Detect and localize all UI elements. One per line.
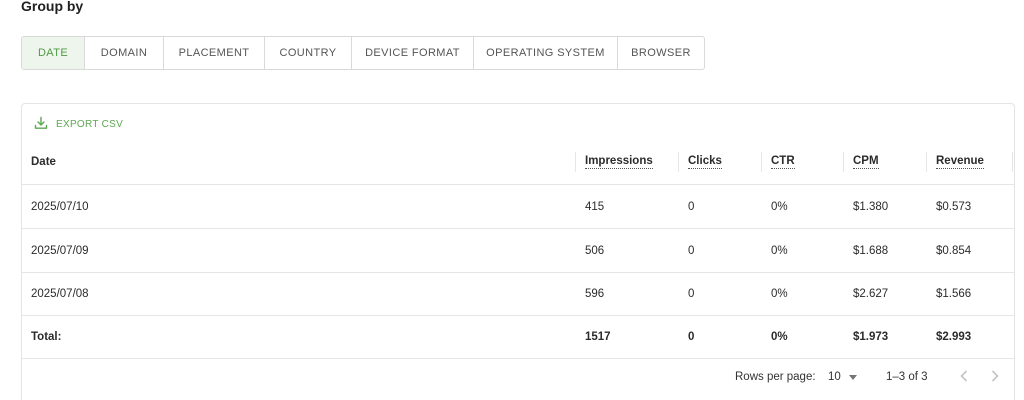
chevron-right-icon (991, 369, 999, 385)
cell-clicks: 0 (688, 200, 695, 213)
col-header-impressions[interactable]: Impressions (585, 140, 653, 184)
cell-cpm: $1.688 (853, 244, 889, 257)
total-impressions: 1517 (585, 330, 611, 343)
table-row: 2025/07/08 596 0 0% $2.627 $1.566 (22, 272, 1014, 316)
cell-date: 2025/07/08 (31, 287, 89, 300)
cell-clicks: 0 (688, 287, 695, 300)
pagination-range: 1–3 of 3 (886, 371, 928, 383)
col-header-revenue[interactable]: Revenue (936, 140, 984, 184)
download-icon (34, 116, 48, 133)
col-header-ctr[interactable]: CTR (771, 140, 795, 184)
group-by-title: Group by (21, 0, 84, 14)
total-revenue: $2.993 (936, 330, 972, 343)
tab-browser[interactable]: BROWSER (618, 37, 704, 69)
column-divider (575, 152, 576, 172)
cell-cpm: $2.627 (853, 287, 889, 300)
rows-per-page-label: Rows per page: (735, 371, 816, 383)
column-divider (761, 152, 762, 172)
tab-domain[interactable]: DOMAIN (85, 37, 164, 69)
column-divider (926, 152, 927, 172)
next-page-button[interactable] (986, 368, 1004, 386)
table-row: 2025/07/09 506 0 0% $1.688 $0.854 (22, 229, 1014, 273)
table-total-row: Total: 1517 0 0% $1.973 $2.993 (22, 315, 1014, 359)
page: Group by DATE DOMAIN PLACEMENT COUNTRY D… (0, 0, 1024, 400)
tab-device-format[interactable]: DEVICE FORMAT (352, 37, 474, 69)
cell-impressions: 506 (585, 244, 605, 257)
rows-per-page-value: 10 (828, 371, 841, 383)
cell-ctr: 0% (771, 244, 788, 257)
total-clicks: 0 (688, 330, 695, 343)
cell-clicks: 0 (688, 244, 695, 257)
total-cpm: $1.973 (853, 330, 889, 343)
tab-country[interactable]: COUNTRY (265, 37, 352, 69)
col-header-cpm[interactable]: CPM (853, 140, 879, 184)
cell-ctr: 0% (771, 200, 788, 213)
chevron-left-icon (960, 369, 968, 385)
total-label: Total: (31, 330, 62, 343)
cell-ctr: 0% (771, 287, 788, 300)
cell-revenue: $1.566 (936, 287, 972, 300)
column-divider (678, 152, 679, 172)
export-csv-label: EXPORT CSV (56, 119, 124, 130)
total-ctr: 0% (771, 330, 788, 343)
cell-date: 2025/07/10 (31, 200, 89, 213)
rows-per-page-select[interactable]: 10 (828, 371, 857, 383)
column-divider (1012, 152, 1013, 172)
report-card: EXPORT CSV Date Impressions Clicks CTR C… (21, 103, 1015, 400)
table-header-row: Date Impressions Clicks CTR CPM Revenue (22, 140, 1014, 185)
export-csv-button[interactable]: EXPORT CSV (34, 116, 123, 133)
tab-placement[interactable]: PLACEMENT (164, 37, 265, 69)
cell-revenue: $0.854 (936, 244, 972, 257)
pagination: Rows per page: 10 1–3 of 3 (22, 359, 1014, 397)
cell-impressions: 596 (585, 287, 605, 300)
tab-operating-system[interactable]: OPERATING SYSTEM (474, 37, 618, 69)
tab-date[interactable]: DATE (22, 37, 85, 69)
table-row: 2025/07/10 415 0 0% $1.380 $0.573 (22, 185, 1014, 229)
caret-down-icon (848, 371, 857, 383)
prev-page-button[interactable] (955, 368, 973, 386)
cell-cpm: $1.380 (853, 200, 889, 213)
cell-impressions: 415 (585, 200, 605, 213)
col-header-clicks[interactable]: Clicks (688, 140, 722, 184)
column-divider (843, 152, 844, 172)
cell-date: 2025/07/09 (31, 244, 89, 257)
col-header-date[interactable]: Date (31, 140, 56, 184)
group-by-tabs: DATE DOMAIN PLACEMENT COUNTRY DEVICE FOR… (21, 36, 705, 70)
cell-revenue: $0.573 (936, 200, 972, 213)
